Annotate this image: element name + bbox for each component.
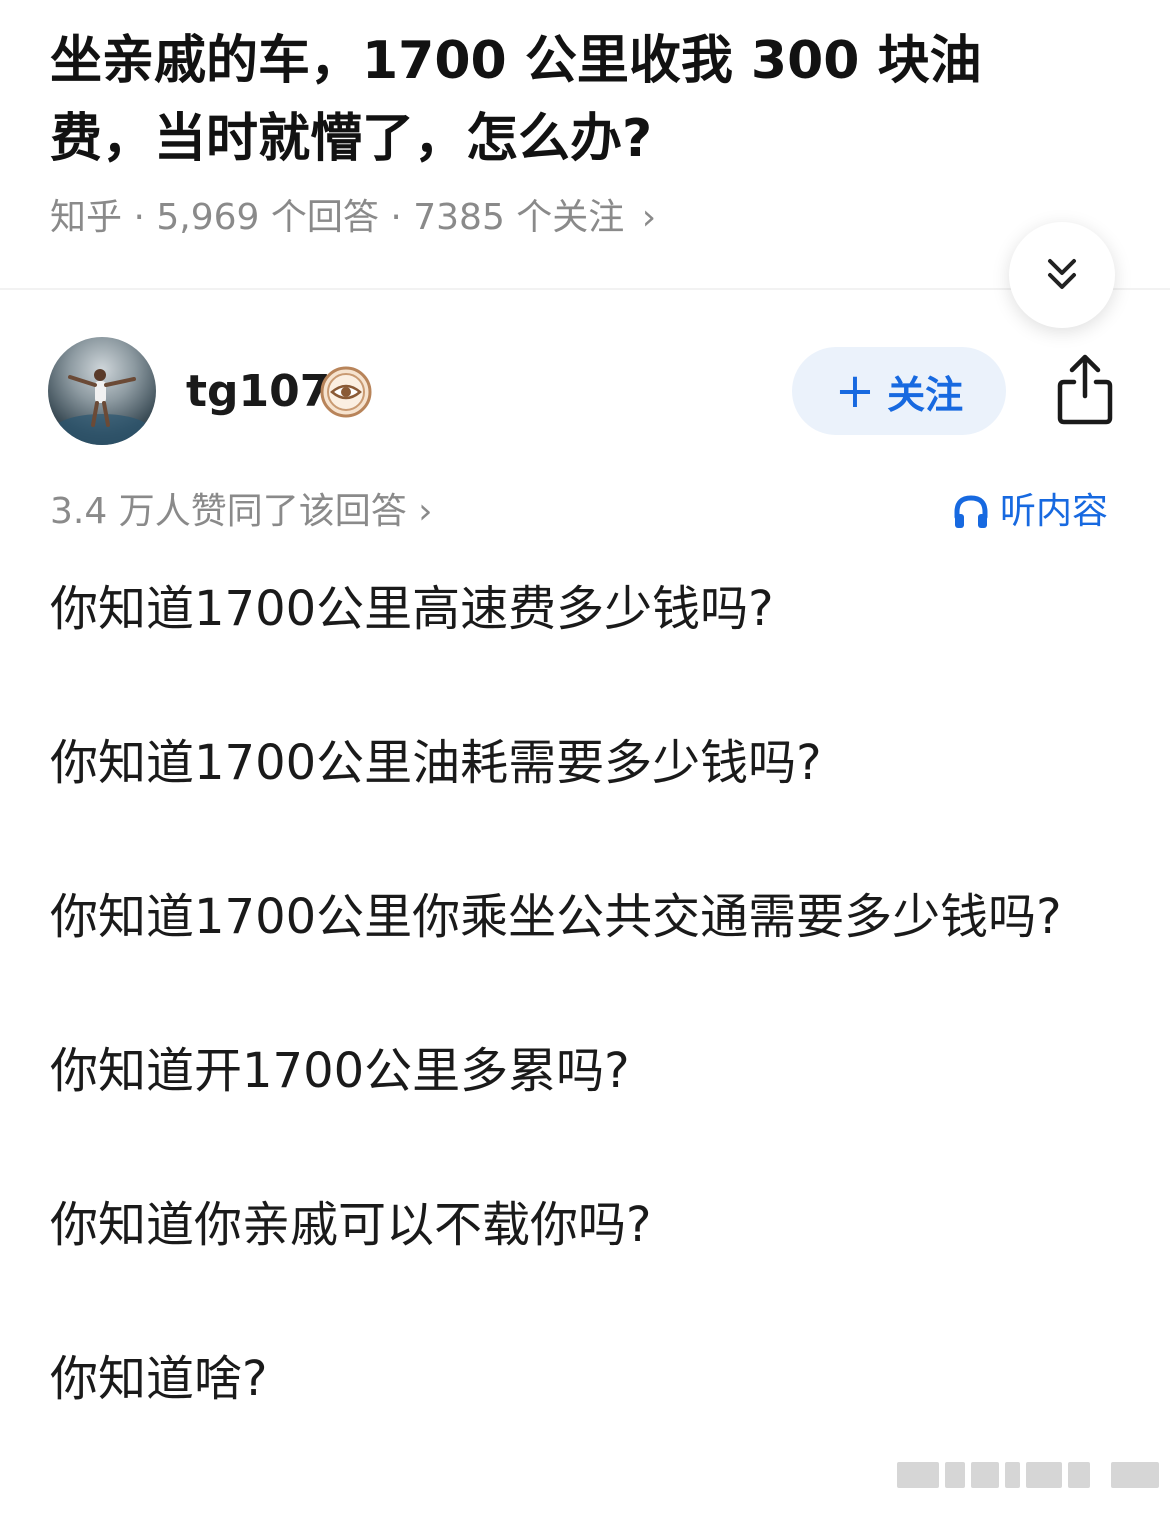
source-label: 知乎 xyxy=(50,197,123,238)
headphones-icon xyxy=(954,495,988,528)
question-meta[interactable]: 知乎 · 5,969 个回答 · 7385 个关注 › xyxy=(50,192,656,244)
answer-paragraph: 你知道1700公里油耗需要多少钱吗? xyxy=(50,735,822,791)
follow-button[interactable]: + 关注 xyxy=(792,347,1006,435)
question-title[interactable]: 坐亲戚的车，1700 公里收我 300 块油费，当时就懵了，怎么办? xyxy=(50,22,1050,178)
meta-separator: · xyxy=(390,197,402,238)
likes-count: 3.4 万人赞同了该回答 xyxy=(50,491,407,532)
double-chevron-down-icon xyxy=(1048,259,1076,289)
answer-paragraph: 你知道你亲戚可以不载你吗? xyxy=(50,1197,652,1253)
avatar[interactable] xyxy=(48,337,156,445)
divider xyxy=(0,288,1170,290)
chevron-right-icon: › xyxy=(418,491,433,532)
collapse-button[interactable] xyxy=(1009,222,1115,328)
listen-button[interactable]: 听内容 xyxy=(952,486,1108,538)
likes-summary[interactable]: 3.4 万人赞同了该回答 › xyxy=(50,486,433,538)
answer-body: 你知道1700公里高速费多少钱吗? 你知道1700公里油耗需要多少钱吗? 你知道… xyxy=(50,570,1110,1494)
eye-badge-icon xyxy=(320,366,372,418)
answer-paragraph: 你知道啥? xyxy=(50,1351,268,1407)
listen-label: 听内容 xyxy=(1000,491,1109,532)
answer-paragraph: 你知道开1700公里多累吗? xyxy=(50,1043,630,1099)
author-name[interactable]: tg107 xyxy=(186,362,330,422)
plus-icon: + xyxy=(834,363,876,419)
follow-label: 关注 xyxy=(887,372,964,417)
follower-count: 7385 个关注 xyxy=(413,197,625,238)
answer-count: 5,969 个回答 xyxy=(156,197,379,238)
chevron-right-icon: › xyxy=(641,197,657,238)
avatar-image xyxy=(52,369,152,445)
blurred-watermark xyxy=(897,1460,1160,1490)
share-icon[interactable] xyxy=(1052,352,1118,426)
answer-paragraph: 你知道1700公里你乘坐公共交通需要多少钱吗? xyxy=(50,889,1062,945)
answer-paragraph: 你知道1700公里高速费多少钱吗? xyxy=(50,581,774,637)
meta-separator: · xyxy=(133,197,145,238)
